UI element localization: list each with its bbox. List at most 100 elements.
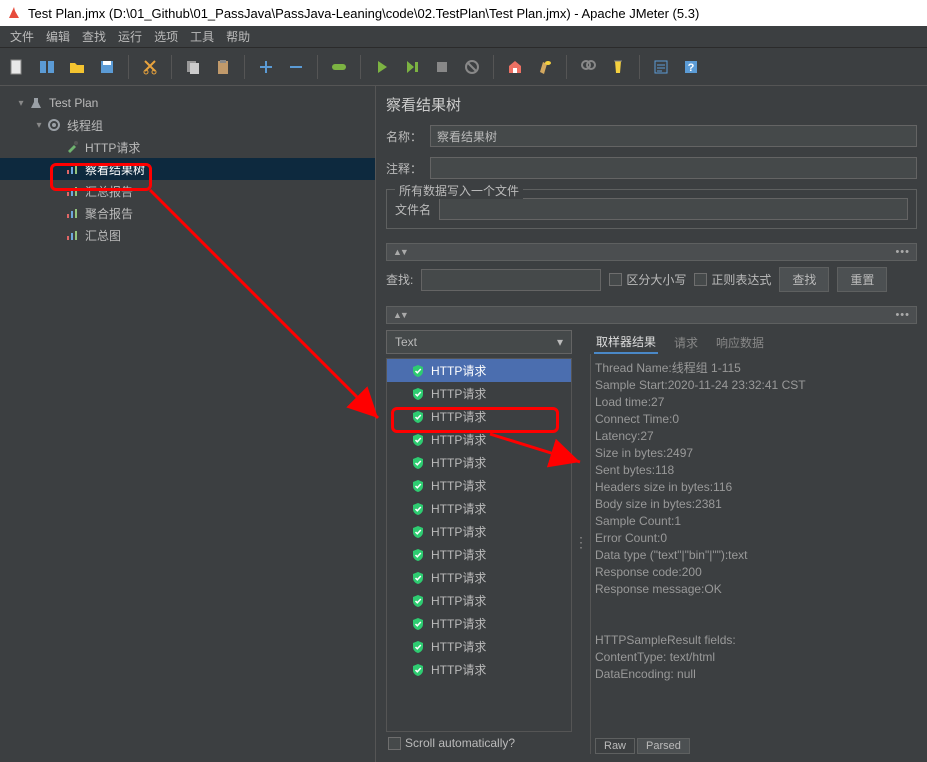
tree-node-summary[interactable]: 汇总报告 bbox=[0, 180, 375, 202]
result-item-label: HTTP请求 bbox=[431, 546, 486, 563]
shield-success-icon bbox=[411, 617, 425, 631]
paste-icon[interactable] bbox=[212, 56, 234, 78]
add-icon[interactable] bbox=[255, 56, 277, 78]
vertical-drag-handle[interactable]: ⋮ bbox=[578, 330, 584, 754]
menu-run[interactable]: 运行 bbox=[112, 28, 148, 45]
detail-line: ContentType: text/html bbox=[595, 649, 913, 666]
result-item[interactable]: HTTP请求 bbox=[387, 612, 571, 635]
search-input[interactable] bbox=[421, 269, 601, 291]
result-item[interactable]: HTTP请求 bbox=[387, 382, 571, 405]
result-list[interactable]: HTTP请求HTTP请求HTTP请求HTTP请求HTTP请求HTTP请求HTTP… bbox=[386, 358, 572, 732]
menubar: 文件 编辑 查找 运行 选项 工具 帮助 bbox=[0, 26, 927, 48]
section-collapse-bar-2[interactable]: ▲▼ ••• bbox=[386, 306, 917, 324]
open-icon[interactable] bbox=[66, 56, 88, 78]
result-item[interactable]: HTTP请求 bbox=[387, 405, 571, 428]
tree-node-threadgroup[interactable]: ▾ 线程组 bbox=[0, 114, 375, 136]
function-helper-icon[interactable] bbox=[650, 56, 672, 78]
tab-request[interactable]: 请求 bbox=[672, 332, 700, 353]
result-item[interactable]: HTTP请求 bbox=[387, 566, 571, 589]
detail-line bbox=[595, 598, 913, 615]
collapse-icon[interactable]: ▾ bbox=[32, 120, 46, 131]
cut-icon[interactable] bbox=[139, 56, 161, 78]
save-icon[interactable] bbox=[96, 56, 118, 78]
section-collapse-bar[interactable]: ▲▼ ••• bbox=[386, 243, 917, 261]
chart-icon bbox=[64, 161, 80, 177]
results-left-column: Text ▾ HTTP请求HTTP请求HTTP请求HTTP请求HTTP请求HTT… bbox=[386, 330, 572, 754]
run-icon[interactable] bbox=[371, 56, 393, 78]
menu-tools[interactable]: 工具 bbox=[184, 28, 220, 45]
tab-sampler-result[interactable]: 取样器结果 bbox=[594, 331, 658, 354]
templates-icon[interactable] bbox=[36, 56, 58, 78]
shield-success-icon bbox=[411, 663, 425, 677]
menu-file[interactable]: 文件 bbox=[4, 28, 40, 45]
window-title: Test Plan.jmx (D:\01_Github\01_PassJava\… bbox=[28, 6, 699, 21]
search-tb-icon[interactable] bbox=[577, 56, 599, 78]
tab-parsed[interactable]: Parsed bbox=[637, 738, 690, 754]
result-item-label: HTTP请求 bbox=[431, 431, 486, 448]
comment-label: 注释： bbox=[386, 160, 430, 177]
result-item[interactable]: HTTP请求 bbox=[387, 589, 571, 612]
filename-label: 文件名 bbox=[395, 201, 439, 218]
vertical-drag-handle-2[interactable]: ⋮ bbox=[590, 554, 597, 571]
tree-node-http[interactable]: HTTP请求 bbox=[0, 136, 375, 158]
main-area: ▾ Test Plan ▾ 线程组 HTTP请求 察看结果树 汇总报告 聚合报告… bbox=[0, 86, 927, 762]
find-button[interactable]: 查找 bbox=[779, 267, 829, 292]
regex-checkbox[interactable]: 正则表达式 bbox=[694, 271, 771, 288]
run-notimer-icon[interactable] bbox=[401, 56, 423, 78]
tree-node-results-tree[interactable]: 察看结果树 bbox=[0, 158, 375, 180]
result-item-label: HTTP请求 bbox=[431, 615, 486, 632]
renderer-dropdown[interactable]: Text ▾ bbox=[386, 330, 572, 354]
stop-icon[interactable] bbox=[431, 56, 453, 78]
tree-label: 察看结果树 bbox=[85, 161, 145, 178]
menu-help[interactable]: 帮助 bbox=[220, 28, 256, 45]
help-icon[interactable]: ? bbox=[680, 56, 702, 78]
scroll-auto-checkbox[interactable]: Scroll automatically? bbox=[386, 732, 572, 754]
copy-icon[interactable] bbox=[182, 56, 204, 78]
menu-options[interactable]: 选项 bbox=[148, 28, 184, 45]
detail-line: Body size in bytes:2381 bbox=[595, 496, 913, 513]
toggle-icon[interactable] bbox=[328, 56, 350, 78]
flask-icon bbox=[28, 95, 44, 111]
search-label: 查找: bbox=[386, 271, 413, 288]
detail-line: Response message:OK bbox=[595, 581, 913, 598]
shield-success-icon bbox=[411, 433, 425, 447]
new-icon[interactable] bbox=[6, 56, 28, 78]
clear-all-icon[interactable] bbox=[534, 56, 556, 78]
tree-label: 聚合报告 bbox=[85, 205, 133, 222]
result-item[interactable]: HTTP请求 bbox=[387, 497, 571, 520]
shutdown-icon[interactable] bbox=[461, 56, 483, 78]
tree-node-aggregate[interactable]: 聚合报告 bbox=[0, 202, 375, 224]
result-item[interactable]: HTTP请求 bbox=[387, 520, 571, 543]
clear-search-icon[interactable] bbox=[607, 56, 629, 78]
menu-search[interactable]: 查找 bbox=[76, 28, 112, 45]
detail-line: Sent bytes:118 bbox=[595, 462, 913, 479]
tree-node-graph[interactable]: 汇总图 bbox=[0, 224, 375, 246]
result-item[interactable]: HTTP请求 bbox=[387, 635, 571, 658]
tree-node-testplan[interactable]: ▾ Test Plan bbox=[0, 92, 375, 114]
reset-button[interactable]: 重置 bbox=[837, 267, 887, 292]
tab-raw[interactable]: Raw bbox=[595, 738, 635, 754]
result-item[interactable]: HTTP请求 bbox=[387, 359, 571, 382]
search-row: 查找: 区分大小写 正则表达式 查找 重置 bbox=[386, 267, 917, 292]
result-item[interactable]: HTTP请求 bbox=[387, 474, 571, 497]
name-input[interactable] bbox=[430, 125, 917, 147]
dots-icon: ••• bbox=[895, 246, 910, 258]
shield-success-icon bbox=[411, 571, 425, 585]
result-item[interactable]: HTTP请求 bbox=[387, 543, 571, 566]
clear-icon[interactable] bbox=[504, 56, 526, 78]
filename-input[interactable] bbox=[439, 198, 908, 220]
result-item[interactable]: HTTP请求 bbox=[387, 451, 571, 474]
chart-icon bbox=[64, 227, 80, 243]
jmeter-logo-icon bbox=[6, 5, 22, 21]
result-item-label: HTTP请求 bbox=[431, 661, 486, 678]
collapse-icon[interactable]: ▾ bbox=[14, 98, 28, 109]
comment-input[interactable] bbox=[430, 157, 917, 179]
tree-label: Test Plan bbox=[49, 96, 98, 110]
tab-response[interactable]: 响应数据 bbox=[714, 332, 766, 353]
result-item[interactable]: HTTP请求 bbox=[387, 658, 571, 681]
remove-icon[interactable] bbox=[285, 56, 307, 78]
result-item[interactable]: HTTP请求 bbox=[387, 428, 571, 451]
detail-textarea[interactable]: ⋮ Thread Name:线程组 1-115Sample Start:2020… bbox=[590, 354, 917, 754]
case-sensitive-checkbox[interactable]: 区分大小写 bbox=[609, 271, 686, 288]
menu-edit[interactable]: 编辑 bbox=[40, 28, 76, 45]
